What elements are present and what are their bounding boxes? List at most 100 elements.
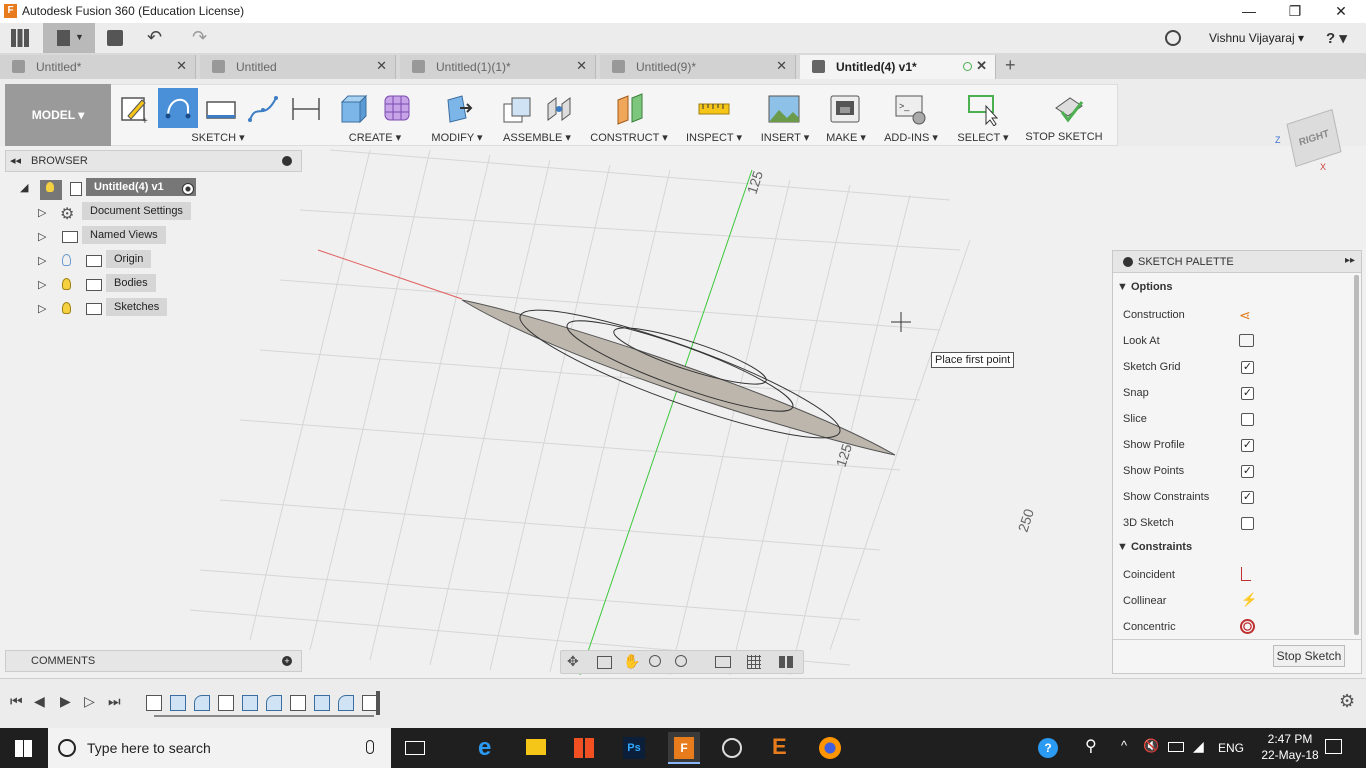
form-icon[interactable] — [381, 92, 415, 126]
firefox-icon[interactable] — [819, 737, 841, 759]
file-menu-button[interactable]: ▼ — [43, 23, 95, 53]
viewcube-face-right[interactable]: RIGHT — [1286, 109, 1342, 167]
concentric-icon[interactable] — [1240, 619, 1255, 634]
close-tab-icon[interactable]: ✕ — [976, 58, 987, 74]
go-to-end-icon[interactable]: ⏭ — [108, 693, 121, 710]
timeline-fillet-feature-icon[interactable] — [194, 695, 210, 711]
speaker-muted-icon[interactable]: 🔇 — [1143, 738, 1159, 754]
option-show-points[interactable]: Show Points ✓ — [1123, 459, 1353, 485]
camera-app-icon[interactable] — [722, 738, 742, 758]
step-back-icon[interactable]: ◀ — [34, 693, 45, 710]
tree-item-sketches[interactable]: ▷ Sketches — [38, 298, 198, 320]
close-button[interactable]: ✕ — [1318, 0, 1364, 23]
look-at-nav-icon[interactable] — [597, 656, 612, 669]
user-menu[interactable]: Vishnu Vijayaraj ▾ — [1209, 31, 1304, 45]
arc-tool-active[interactable] — [158, 88, 198, 128]
close-tab-icon[interactable]: ✕ — [376, 58, 387, 74]
tree-item-origin[interactable]: ▷ Origin — [38, 250, 198, 272]
measure-icon[interactable] — [697, 92, 731, 126]
timeline-revolve-feature-icon[interactable] — [314, 695, 330, 711]
undo-icon[interactable]: ↶ — [147, 27, 162, 48]
collapse-triangle-icon[interactable]: ◢ — [20, 181, 28, 194]
select-icon[interactable] — [966, 92, 1000, 126]
show-hidden-icons-chevron-icon[interactable]: ^ — [1121, 738, 1127, 753]
make-menu[interactable]: MAKE ▾ — [820, 131, 872, 144]
lightbulb-icon[interactable] — [62, 278, 71, 290]
minimize-palette-icon[interactable] — [1123, 257, 1133, 267]
show-constraints-checkbox[interactable]: ✓ — [1241, 491, 1254, 504]
file-explorer-icon[interactable] — [526, 739, 546, 755]
minimize-panel-icon[interactable] — [282, 156, 292, 166]
coincident-icon[interactable] — [1241, 567, 1251, 581]
redo-icon[interactable]: ↷ — [192, 27, 207, 48]
slice-checkbox[interactable] — [1241, 413, 1254, 426]
data-panel-grid-icon[interactable] — [11, 29, 29, 47]
store-icon[interactable] — [574, 738, 594, 758]
help-menu[interactable]: ? ▾ — [1326, 29, 1347, 47]
orbit-icon[interactable]: ✥ — [567, 653, 579, 670]
timeline-settings-gear-icon[interactable]: ⚙ — [1339, 691, 1355, 712]
expand-triangle-icon[interactable]: ▷ — [38, 278, 46, 291]
zoom-window-icon[interactable] — [675, 655, 687, 667]
timeline-revolve-feature-icon[interactable] — [170, 695, 186, 711]
tab-untitled-4-active[interactable]: Untitled(4) v1* ✕ — [800, 55, 996, 79]
browser-header[interactable]: ◂◂ BROWSER — [5, 150, 302, 172]
taskbar-search-box[interactable]: Type here to search — [48, 728, 391, 768]
option-look-at[interactable]: Look At — [1123, 329, 1353, 355]
restore-button[interactable]: ❐ — [1272, 0, 1318, 23]
new-tab-button[interactable]: + — [1005, 55, 1016, 76]
scripts-addins-icon[interactable]: >_ — [893, 92, 927, 126]
tree-item-document-settings[interactable]: ▷ ⚙ Document Settings — [38, 202, 198, 224]
minimize-button[interactable]: — — [1226, 0, 1272, 23]
sketch-menu[interactable]: SKETCH ▾ — [188, 131, 248, 144]
construct-menu[interactable]: CONSTRUCT ▾ — [590, 131, 668, 144]
timeline-fillet-feature-icon[interactable] — [266, 695, 282, 711]
constraint-concentric[interactable]: Concentric — [1123, 615, 1353, 641]
tab-untitled-9[interactable]: Untitled(9)* ✕ — [600, 55, 796, 79]
option-construction[interactable]: Construction ⋖ — [1123, 303, 1353, 329]
people-icon[interactable]: ⚲ — [1085, 736, 1097, 756]
grid-settings-icon[interactable] — [747, 655, 761, 669]
create-sketch-icon[interactable]: + — [118, 92, 152, 126]
tree-item-named-views[interactable]: ▷ Named Views — [38, 226, 198, 248]
palette-header[interactable]: SKETCH PALETTE ▸▸ — [1113, 251, 1361, 273]
tab-untitled[interactable]: Untitled ✕ — [200, 55, 396, 79]
timeline-sketch-feature-icon[interactable] — [290, 695, 306, 711]
workspace-switcher[interactable]: MODEL ▾ — [5, 84, 111, 146]
3d-sketch-checkbox[interactable] — [1241, 517, 1254, 530]
extrude-icon[interactable] — [338, 92, 372, 126]
new-component-icon[interactable] — [500, 92, 534, 126]
viewports-icon[interactable] — [779, 656, 793, 668]
job-status-clock-icon[interactable] — [1165, 30, 1181, 46]
close-tab-icon[interactable]: ✕ — [176, 58, 187, 74]
step-forward-icon[interactable]: ▷ — [84, 693, 95, 710]
create-menu[interactable]: CREATE ▾ — [342, 131, 408, 144]
input-language[interactable]: ENG — [1218, 741, 1244, 755]
constraints-section-header[interactable]: ▼ Constraints — [1117, 541, 1192, 553]
windows-start-icon[interactable] — [15, 740, 32, 757]
modify-menu[interactable]: MODIFY ▾ — [427, 131, 487, 144]
microphone-icon[interactable] — [366, 740, 374, 754]
battery-icon[interactable] — [1168, 742, 1184, 752]
timeline-sketch-feature-icon[interactable] — [146, 695, 162, 711]
construction-icon[interactable]: ⋖ — [1239, 307, 1251, 324]
expand-triangle-icon[interactable]: ▷ — [38, 206, 46, 219]
tree-item-bodies[interactable]: ▷ Bodies — [38, 274, 198, 296]
show-points-checkbox[interactable]: ✓ — [1241, 465, 1254, 478]
expand-triangle-icon[interactable]: ▷ — [38, 302, 46, 315]
viewcube[interactable]: RIGHT — [1286, 109, 1344, 167]
activate-radio-icon[interactable] — [182, 183, 194, 195]
inspect-menu[interactable]: INSPECT ▾ — [682, 131, 746, 144]
close-tab-icon[interactable]: ✕ — [576, 58, 587, 74]
tree-root-row[interactable]: ◢ Untitled(4) v1 — [18, 178, 204, 200]
clock-date[interactable]: 22-May-18 — [1258, 748, 1322, 762]
edge-browser-icon[interactable]: e — [478, 734, 491, 762]
expand-triangle-icon[interactable]: ▷ — [38, 254, 46, 267]
task-view-icon[interactable] — [405, 741, 425, 755]
display-settings-icon[interactable] — [715, 656, 731, 668]
option-3d-sketch[interactable]: 3D Sketch — [1123, 511, 1353, 537]
go-to-start-icon[interactable]: ⏮ — [10, 693, 23, 710]
wifi-icon[interactable]: ◢ — [1193, 738, 1204, 755]
palette-scrollbar[interactable] — [1354, 275, 1359, 635]
lightbulb-off-icon[interactable] — [62, 254, 71, 266]
